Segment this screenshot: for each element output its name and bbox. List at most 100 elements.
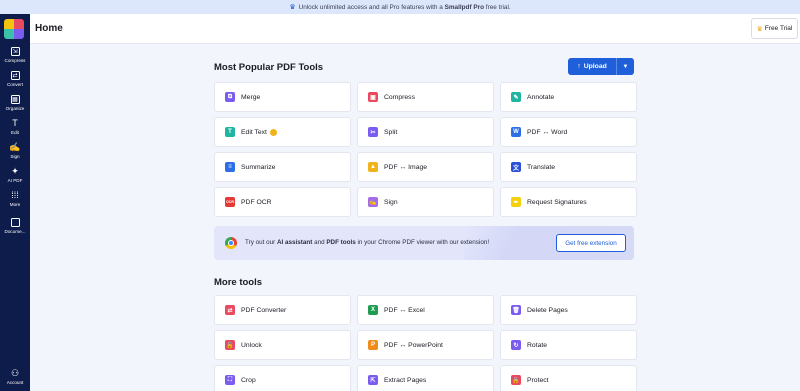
get-free-extension-button[interactable]: Get free extension <box>556 234 626 252</box>
tool-icon: 🗑 <box>511 305 521 315</box>
tool-icon: 🔒 <box>511 375 521 385</box>
sign-icon: ✍ <box>9 142 21 152</box>
tool-card-extract-pages[interactable]: ⇱ Extract Pages <box>357 365 494 391</box>
tool-label: Sign <box>384 198 398 206</box>
sidebar-item-label: Docume... <box>4 229 26 234</box>
tool-label: Protect <box>527 376 549 384</box>
tool-card-pdf-ocr[interactable]: OCR PDF OCR <box>214 187 351 217</box>
sidebar-item-label: Compress <box>4 58 26 63</box>
tool-card-pdf-word[interactable]: W PDF ↔ Word <box>500 117 637 147</box>
upload-arrow-icon: ↑ <box>577 63 581 70</box>
tool-label: PDF OCR <box>241 198 272 206</box>
tool-card-compress[interactable]: ▣ Compress <box>357 82 494 112</box>
more-tools-grid: ⇄ PDF Converter X PDF ↔ Excel 🗑 Delete Pages 🔓… <box>214 295 637 391</box>
banner-suffix: free trial. <box>485 3 511 11</box>
tool-icon: 文 <box>511 162 521 172</box>
tool-icon: ✒ <box>511 197 521 207</box>
tool-label: Rotate <box>527 341 548 349</box>
tool-card-summarize[interactable]: ≡ Summarize <box>214 152 351 182</box>
user-icon: ⚇ <box>10 368 20 378</box>
tool-card-sign[interactable]: ✍ Sign <box>357 187 494 217</box>
promo-text: Try out our AI assistant and PDF tools i… <box>245 239 489 246</box>
folder-icon <box>10 218 20 227</box>
sidebar-item-label: AI PDF <box>7 178 23 183</box>
grid-icon: ⁞⁞⁞ <box>11 190 19 200</box>
tool-card-pdf-excel[interactable]: X PDF ↔ Excel <box>357 295 494 325</box>
tool-icon: ⇄ <box>225 305 235 315</box>
tool-card-pdf-converter[interactable]: ⇄ PDF Converter <box>214 295 351 325</box>
promo-text-ai: AI assistant <box>276 239 313 246</box>
free-trial-button[interactable]: ♛ Free Trial <box>751 18 798 39</box>
tool-card-unlock[interactable]: 🔓 Unlock <box>214 330 351 360</box>
sidebar: ⇲ Compress ⇄ Convert ▦ Organize T Edit ✍… <box>0 14 30 391</box>
sidebar-item-more[interactable]: ⁞⁞⁞ More <box>0 190 30 208</box>
tool-card-split[interactable]: ✂ Split <box>357 117 494 147</box>
tool-label: Edit Text <box>241 128 267 136</box>
top-header: Home ♛ Free Trial <box>30 14 800 44</box>
sidebar-item-edit[interactable]: T Edit <box>0 118 30 136</box>
promo-text-post: in your Chrome PDF viewer with our exten… <box>357 239 490 246</box>
chrome-logo-icon <box>225 237 237 249</box>
tool-icon: ≡ <box>225 162 235 172</box>
pro-badge-icon <box>269 128 277 136</box>
tool-label: Crop <box>241 376 256 384</box>
tool-icon: X <box>368 305 378 315</box>
upload-button-group: ↑ Upload ▼ <box>568 58 634 75</box>
tool-label: Summarize <box>241 163 276 171</box>
tool-card-translate[interactable]: 文 Translate <box>500 152 637 182</box>
tool-label: Merge <box>241 93 261 101</box>
tool-icon: ✂ <box>368 127 378 137</box>
page-title: Home <box>35 23 63 34</box>
upload-label: Upload <box>583 63 607 70</box>
tool-card-pdf-image[interactable]: ▲ PDF ↔ Image <box>357 152 494 182</box>
tool-label: Split <box>384 128 398 136</box>
tool-card-edit-text[interactable]: T Edit Text <box>214 117 351 147</box>
tool-card-crop[interactable]: ⛶ Crop <box>214 365 351 391</box>
tool-icon: ⇱ <box>368 375 378 385</box>
tool-label: PDF Converter <box>241 306 287 314</box>
tool-card-request-signatures[interactable]: ✒ Request Signatures <box>500 187 637 217</box>
tool-card-annotate[interactable]: ✎ Annotate <box>500 82 637 112</box>
sidebar-item-ai-pdf[interactable]: ✦ AI PDF <box>0 167 30 184</box>
edit-text-icon: T <box>12 118 18 128</box>
tool-card-rotate[interactable]: ↻ Rotate <box>500 330 637 360</box>
tool-card-protect[interactable]: 🔒 Protect <box>500 365 637 391</box>
more-tools-title: More tools <box>214 277 263 288</box>
tool-label: Extract Pages <box>384 376 427 384</box>
tool-label: PDF ↔ Word <box>527 128 568 136</box>
sidebar-item-compress[interactable]: ⇲ Compress <box>0 47 30 63</box>
upload-dropdown-button[interactable]: ▼ <box>617 58 634 75</box>
sidebar-item-organize[interactable]: ▦ Organize <box>0 95 30 111</box>
tool-label: Annotate <box>527 93 555 101</box>
sidebar-item-label: More <box>9 202 21 207</box>
tool-card-merge[interactable]: ⧉ Merge <box>214 82 351 112</box>
sidebar-item-label: Organize <box>5 106 25 111</box>
tool-icon: ▣ <box>368 92 378 102</box>
tool-label: PDF ↔ Image <box>384 163 428 171</box>
sidebar-item-label: Sign <box>10 154 20 159</box>
sidebar-item-label: Account <box>6 380 24 385</box>
tool-label: Delete Pages <box>527 306 568 314</box>
popular-tools-title: Most Popular PDF Tools <box>214 62 324 73</box>
free-trial-label: Free Trial <box>764 25 793 32</box>
banner-brand: Smallpdf Pro <box>444 3 485 11</box>
tool-card-pdf-powerpoint[interactable]: P PDF ↔ PowerPoint <box>357 330 494 360</box>
sidebar-item-account[interactable]: ⚇ Account <box>0 368 30 386</box>
promo-text-tools: PDF tools <box>326 239 356 246</box>
tool-icon: ✎ <box>511 92 521 102</box>
sidebar-item-convert[interactable]: ⇄ Convert <box>0 71 30 87</box>
organize-icon: ▦ <box>10 95 20 104</box>
promo-text-and: and <box>314 239 325 246</box>
smallpdf-logo[interactable] <box>4 19 24 39</box>
chevron-down-icon: ▼ <box>622 63 629 70</box>
tool-icon: P <box>368 340 378 350</box>
tool-icon: T <box>225 127 235 137</box>
tool-icon: ✍ <box>368 197 378 207</box>
sidebar-item-sign[interactable]: ✍ Sign <box>0 142 30 160</box>
promo-banner[interactable]: ♛ Unlock unlimited access and all Pro fe… <box>0 0 800 14</box>
tool-icon: 🔓 <box>225 340 235 350</box>
sidebar-item-documents[interactable]: Docume... <box>0 218 30 234</box>
upload-button[interactable]: ↑ Upload <box>568 58 617 75</box>
tool-card-delete-pages[interactable]: 🗑 Delete Pages <box>500 295 637 325</box>
popular-tools-grid: ⧉ Merge ▣ Compress ✎ Annotate T Edit Text ✂ Split… <box>214 82 637 217</box>
